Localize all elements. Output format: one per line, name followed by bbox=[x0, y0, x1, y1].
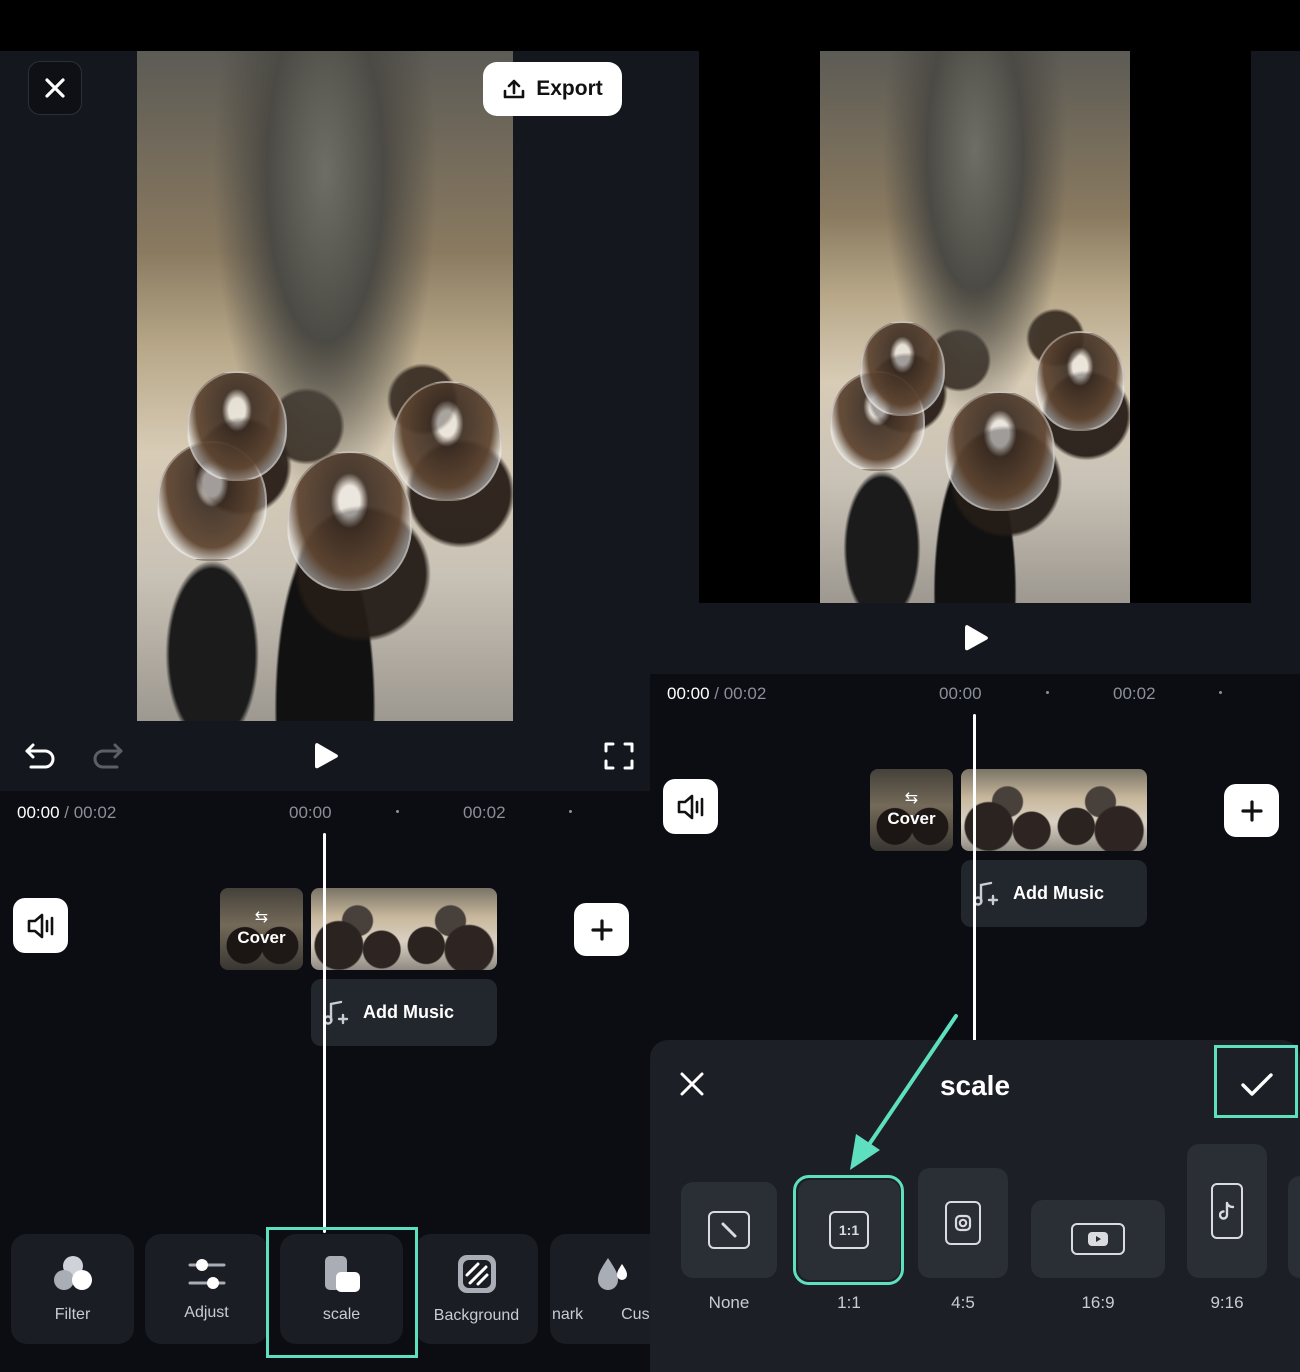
watermark-icon bbox=[598, 1258, 627, 1290]
status-bar-area bbox=[0, 0, 650, 51]
ruler-mark: 00:02 bbox=[463, 803, 506, 822]
play-icon bbox=[965, 625, 988, 651]
youtube-icon bbox=[1071, 1223, 1125, 1255]
glass-shape bbox=[945, 391, 1055, 511]
filter-icon bbox=[53, 1256, 92, 1290]
instagram-icon bbox=[945, 1201, 981, 1245]
export-label: Export bbox=[536, 77, 603, 100]
total-time: / 00:02 bbox=[64, 803, 117, 822]
ratio-none[interactable] bbox=[681, 1182, 777, 1278]
time-readout: 00:00 / 00:02 bbox=[17, 803, 116, 823]
tool-label: Filter bbox=[54, 1306, 91, 1323]
tool-label: Cus bbox=[621, 1306, 650, 1323]
ratio-selected-ring bbox=[793, 1175, 904, 1285]
editor-screen: Export 00:00 / 00:02 00:00 00:02 ⇆ Cover… bbox=[0, 0, 650, 1372]
export-button[interactable]: Export bbox=[483, 62, 622, 116]
add-clip-button[interactable] bbox=[574, 903, 629, 956]
play-icon bbox=[315, 743, 338, 769]
tool-label: Background bbox=[433, 1307, 520, 1324]
sheet-title: scale bbox=[939, 1070, 1011, 1101]
undo-button[interactable] bbox=[20, 736, 60, 776]
ruler-dot bbox=[1219, 691, 1222, 694]
add-music-label: Add Music bbox=[1013, 883, 1105, 903]
background-icon bbox=[457, 1255, 496, 1293]
status-bar-area bbox=[650, 0, 1300, 51]
scale-highlight-box bbox=[266, 1227, 418, 1358]
swap-icon: ⇆ bbox=[254, 909, 269, 926]
play-button[interactable] bbox=[956, 618, 996, 658]
cover-thumbnail[interactable]: ⇆ Cover bbox=[220, 888, 303, 970]
ratio-label: None bbox=[708, 1293, 750, 1312]
cover-label: Cover bbox=[887, 809, 936, 828]
ratio-more[interactable] bbox=[1288, 1176, 1300, 1278]
close-button[interactable] bbox=[28, 61, 82, 115]
ruler-mark: 00:00 bbox=[289, 803, 332, 822]
playhead[interactable] bbox=[323, 833, 326, 1233]
redo-icon bbox=[93, 743, 123, 769]
ratio-9-16[interactable] bbox=[1187, 1144, 1267, 1278]
add-music-label: Add Music bbox=[363, 1002, 455, 1022]
speaker-icon bbox=[27, 913, 53, 938]
video-clip[interactable] bbox=[961, 769, 1147, 851]
add-clip-button[interactable] bbox=[1224, 784, 1279, 837]
playhead[interactable] bbox=[973, 714, 976, 1044]
video-preview[interactable] bbox=[137, 51, 513, 721]
tool-label: nark bbox=[552, 1306, 584, 1323]
ruler-dot bbox=[396, 810, 399, 813]
mute-button[interactable] bbox=[663, 779, 718, 834]
ruler-mark: 00:02 bbox=[1113, 684, 1156, 703]
ratio-label: 4:5 bbox=[951, 1293, 975, 1312]
time-readout: 00:00 / 00:02 bbox=[667, 684, 766, 704]
scale-screen: 00:00 / 00:02 00:00 00:02 ⇆ Cover Add Mu… bbox=[650, 0, 1300, 1372]
music-note-icon bbox=[323, 1000, 349, 1025]
tool-adjust[interactable]: Adjust bbox=[145, 1234, 268, 1344]
ratio-label: 1:1 bbox=[837, 1293, 861, 1312]
upload-icon bbox=[503, 79, 525, 99]
tool-label: Adjust bbox=[184, 1304, 229, 1321]
swap-icon: ⇆ bbox=[904, 790, 919, 807]
current-time: 00:00 bbox=[17, 803, 60, 822]
add-music-button[interactable]: Add Music bbox=[961, 860, 1147, 927]
glass-shape bbox=[187, 371, 287, 481]
plus-icon bbox=[590, 918, 613, 941]
total-time: / 00:02 bbox=[714, 684, 767, 703]
cover-thumbnail[interactable]: ⇆ Cover bbox=[870, 769, 953, 851]
ruler-mark: 00:00 bbox=[939, 684, 982, 703]
play-button[interactable] bbox=[306, 736, 346, 776]
redo-button[interactable] bbox=[88, 736, 128, 776]
ratio-4-5[interactable] bbox=[918, 1168, 1008, 1278]
none-icon bbox=[708, 1211, 750, 1249]
ratio-label: 16:9 bbox=[1081, 1293, 1115, 1312]
tool-watermark[interactable]: nark Cus bbox=[550, 1234, 650, 1344]
ruler-dot bbox=[1046, 691, 1049, 694]
undo-icon bbox=[25, 743, 55, 769]
glass-shape bbox=[392, 381, 502, 501]
glass-shape bbox=[860, 321, 945, 416]
glass-shape bbox=[1035, 331, 1125, 431]
tool-background[interactable]: Background bbox=[415, 1234, 538, 1344]
ruler-dot bbox=[569, 810, 572, 813]
close-icon bbox=[45, 78, 65, 98]
tool-filter[interactable]: Filter bbox=[11, 1234, 134, 1344]
annotation-arrow bbox=[850, 1014, 958, 1170]
fullscreen-icon bbox=[604, 742, 634, 770]
adjust-icon bbox=[188, 1259, 225, 1289]
plus-icon bbox=[1240, 799, 1263, 822]
video-clip[interactable] bbox=[311, 888, 497, 970]
fullscreen-button[interactable] bbox=[599, 736, 639, 776]
cover-label: Cover bbox=[237, 928, 286, 947]
add-music-button[interactable]: Add Music bbox=[311, 979, 497, 1046]
video-preview[interactable] bbox=[820, 51, 1130, 603]
glass-shape bbox=[287, 451, 412, 591]
music-note-icon bbox=[973, 881, 999, 906]
tiktok-icon bbox=[1211, 1183, 1243, 1239]
mute-button[interactable] bbox=[13, 898, 68, 953]
speaker-icon bbox=[677, 794, 703, 819]
ratio-label: 9:16 bbox=[1210, 1293, 1244, 1312]
ratio-16-9[interactable] bbox=[1031, 1200, 1165, 1278]
confirm-highlight-box bbox=[1214, 1045, 1298, 1118]
current-time: 00:00 bbox=[667, 684, 710, 703]
